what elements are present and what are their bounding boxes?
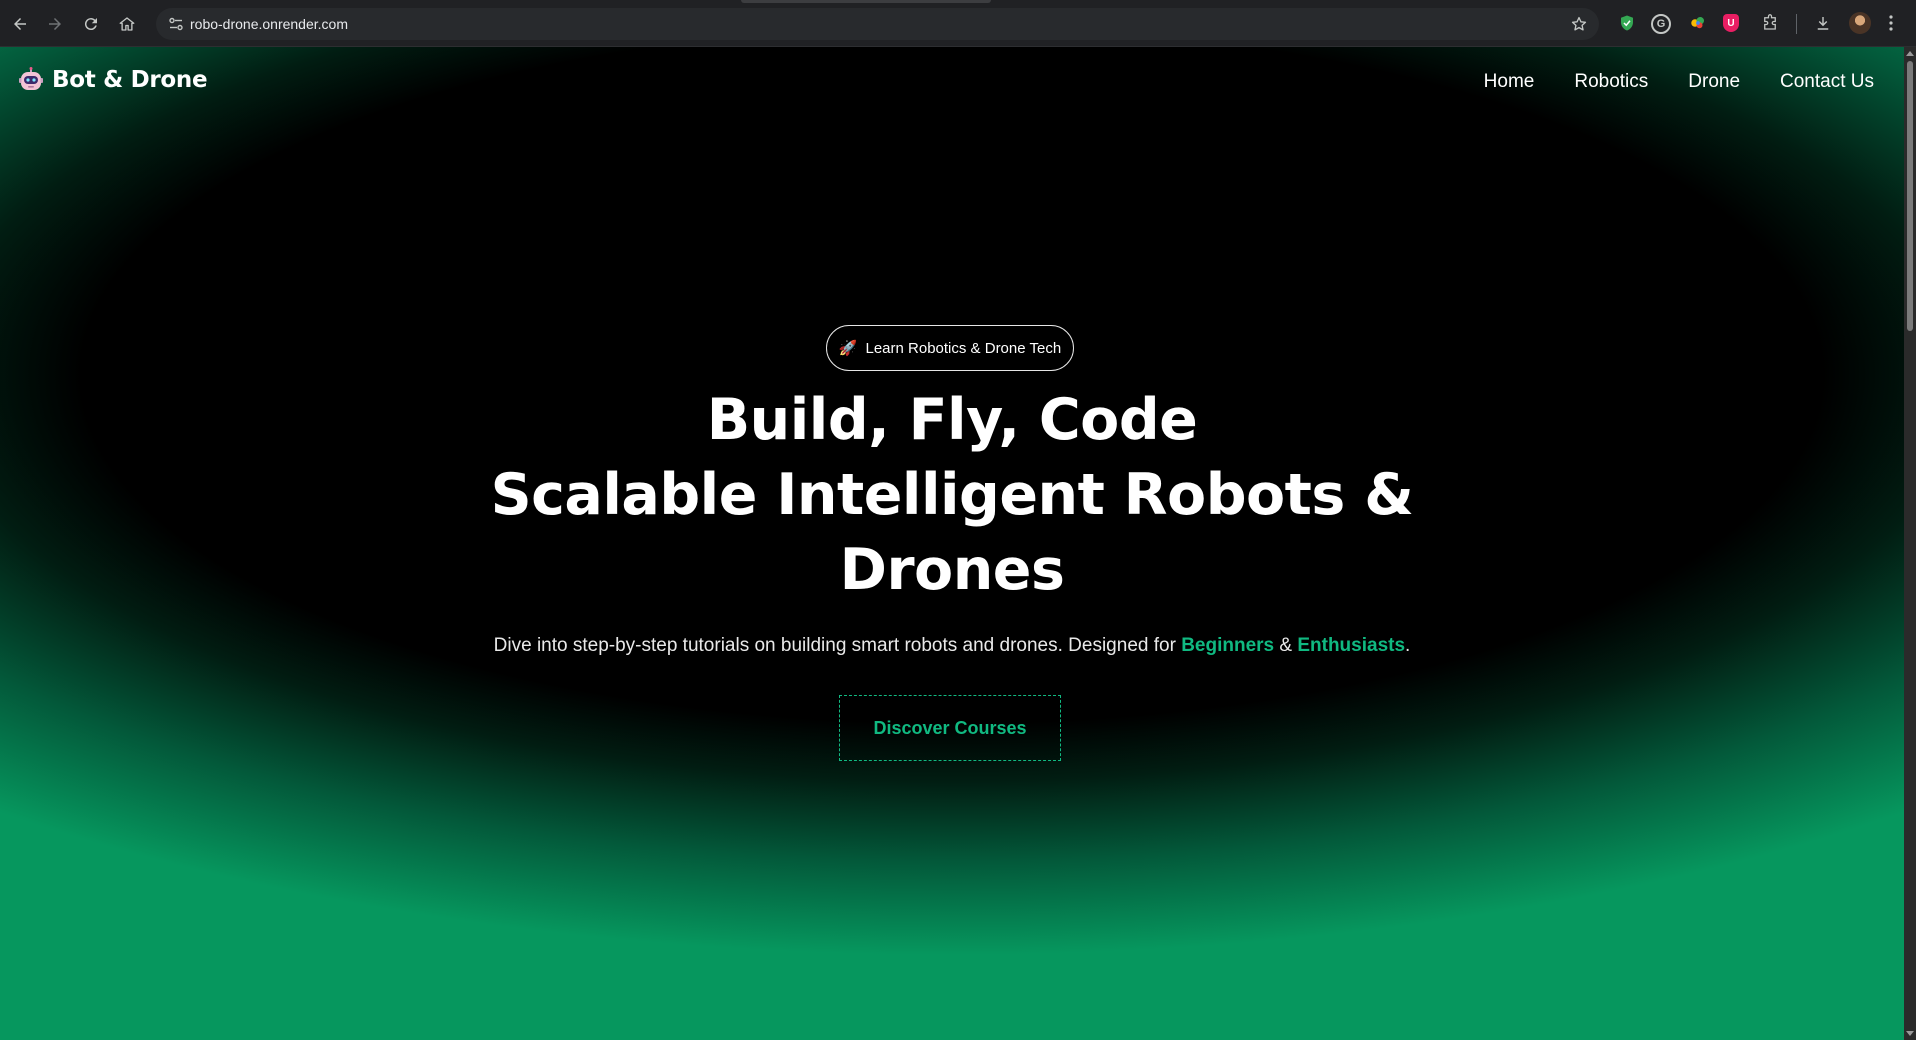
bookmark-star-button[interactable]: [1569, 14, 1589, 34]
brand-name: Bot & Drone: [52, 67, 208, 93]
home-button[interactable]: [113, 10, 141, 38]
headline-line-2: Scalable Intelligent Robots &: [490, 462, 1414, 528]
address-bar[interactable]: robo-drone.onrender.com: [156, 8, 1599, 40]
subtitle-ampersand: &: [1274, 635, 1298, 656]
arrow-right-icon: [49, 18, 61, 30]
nav-link-drone[interactable]: Drone: [1688, 71, 1740, 93]
active-tab-indicator: [741, 0, 991, 3]
announcement-pill-label: Learn Robotics & Drone Tech: [865, 339, 1062, 357]
profile-avatar[interactable]: [1849, 12, 1871, 34]
forward-button[interactable]: [41, 10, 69, 38]
robot-icon: [19, 67, 43, 90]
tune-icon: [169, 17, 183, 31]
scrollbar-thumb[interactable]: [1907, 61, 1913, 331]
headline-line-3: Drones: [839, 537, 1065, 603]
star-icon: [1571, 16, 1587, 31]
nav-link-robotics[interactable]: Robotics: [1574, 71, 1648, 93]
rocket-icon: 🚀: [838, 340, 858, 357]
more-menu-icon[interactable]: [1885, 12, 1897, 34]
download-icon[interactable]: [1812, 12, 1834, 34]
headline-line-1: Build, Fly, Code: [706, 387, 1198, 453]
site-info-button[interactable]: [164, 12, 188, 36]
scroll-down-arrow[interactable]: [1906, 1031, 1914, 1036]
announcement-pill[interactable]: 🚀 Learn Robotics & Drone Tech: [826, 325, 1074, 371]
main-navigation: Home Robotics Drone Contact Us: [1484, 71, 1874, 93]
shield-extension-icon[interactable]: [1616, 12, 1638, 34]
beginners-highlight: Beginners: [1181, 635, 1275, 656]
hero-headline: Build, Fly, Code Scalable Intelligent Ro…: [352, 383, 1552, 608]
scroll-up-arrow[interactable]: [1906, 51, 1914, 56]
brand-link[interactable]: Bot & Drone: [18, 67, 208, 93]
browser-toolbar: robo-drone.onrender.com G U: [0, 0, 1916, 47]
tab-strip: [0, 0, 1916, 4]
page-scrollbar[interactable]: [1904, 47, 1916, 1040]
arrow-left-icon: [14, 18, 26, 30]
colorful-extension-icon[interactable]: [1687, 12, 1709, 34]
puzzle-extensions-icon[interactable]: [1759, 12, 1781, 34]
nav-link-home[interactable]: Home: [1484, 71, 1535, 93]
hero-subtitle: Dive into step-by-step tutorials on buil…: [352, 635, 1552, 657]
discover-courses-button[interactable]: Discover Courses: [839, 695, 1061, 761]
subtitle-text: Dive into step-by-step tutorials on buil…: [493, 635, 1182, 656]
page-viewport: Bot & Drone Home Robotics Drone Contact …: [0, 47, 1904, 1040]
ublock-extension-icon[interactable]: U: [1723, 14, 1739, 32]
url-text[interactable]: robo-drone.onrender.com: [190, 16, 348, 32]
site-navbar: Bot & Drone Home Robotics Drone Contact …: [0, 47, 1904, 111]
toolbar-divider: [1796, 14, 1797, 34]
home-icon: [119, 17, 135, 31]
reload-icon: [84, 18, 97, 31]
back-button[interactable]: [6, 10, 34, 38]
grammarly-extension-icon[interactable]: G: [1651, 14, 1671, 34]
nav-link-contact-us[interactable]: Contact Us: [1780, 71, 1874, 93]
reload-button[interactable]: [77, 10, 105, 38]
enthusiasts-highlight: Enthusiasts: [1297, 635, 1406, 656]
subtitle-period: .: [1405, 635, 1411, 656]
